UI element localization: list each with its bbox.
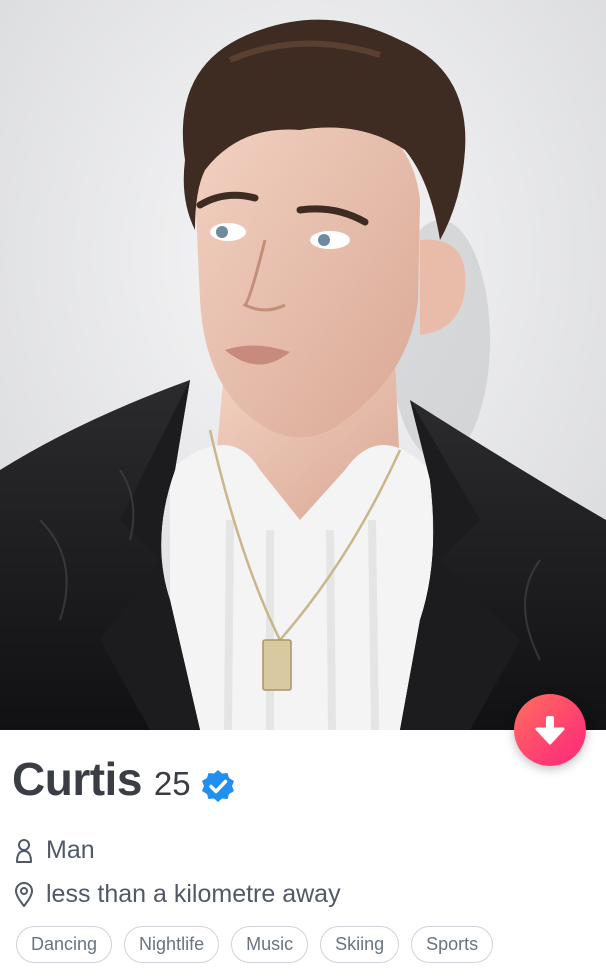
person-icon (16, 838, 32, 863)
interest-tag: Skiing (320, 926, 400, 963)
interest-tag: Nightlife (124, 926, 220, 963)
interest-tag: Music (231, 926, 309, 963)
profile-photo[interactable] (0, 0, 606, 730)
profile-info: Curtis 25 Man less than a kilometre away… (12, 752, 594, 963)
location-pin-icon (15, 881, 33, 907)
distance-row: less than a kilometre away (14, 880, 341, 909)
profile-photo-illustration (0, 0, 606, 730)
gender-row: Man (14, 836, 95, 865)
interest-tag: Sports (411, 926, 494, 963)
arrow-down-icon (535, 716, 565, 745)
interest-tags: Dancing Nightlife Music Skiing Sports (16, 926, 494, 963)
gender-label: Man (46, 836, 95, 864)
profile-name: Curtis (12, 753, 142, 805)
interest-tag: Dancing (16, 926, 113, 963)
verified-badge-icon (201, 769, 235, 808)
profile-age: 25 (153, 765, 191, 802)
name-row: Curtis 25 (12, 752, 594, 816)
distance-label: less than a kilometre away (46, 880, 341, 908)
